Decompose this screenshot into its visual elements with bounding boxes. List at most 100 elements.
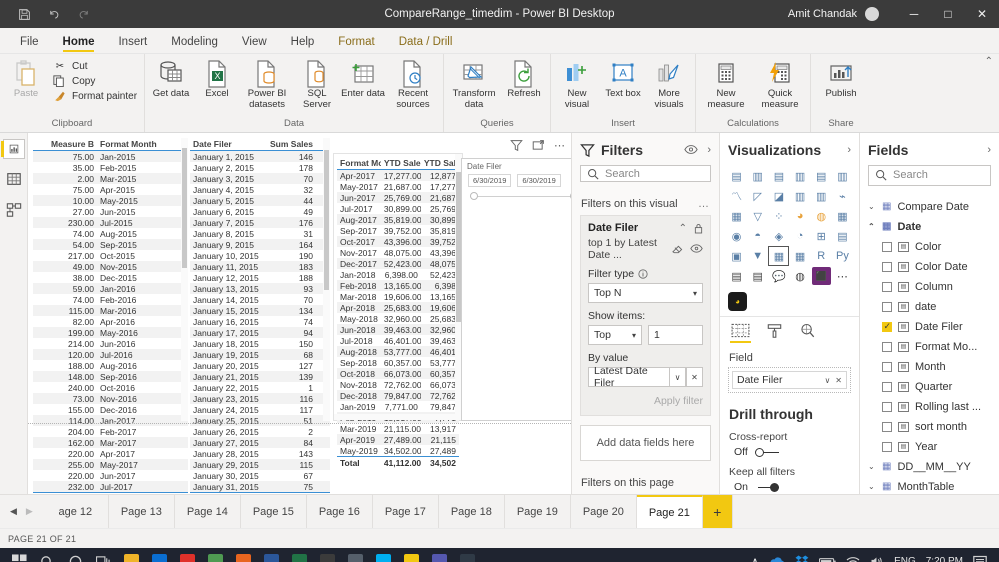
more-visuals-button[interactable]: More visuals: [646, 58, 692, 112]
remove-field-icon[interactable]: ✕: [835, 376, 842, 385]
maximize-button[interactable]: □: [931, 0, 965, 28]
table-row[interactable]: January 24, 2015 117: [190, 404, 330, 415]
publish-button[interactable]: Publish: [814, 58, 868, 101]
table-row[interactable]: 75.00 Apr-2015: [33, 184, 188, 195]
chevron-down-icon[interactable]: ∨: [669, 367, 686, 388]
menu-file[interactable]: File: [8, 33, 51, 53]
account-name[interactable]: Amit Chandak: [788, 8, 857, 20]
col-header-date-filer[interactable]: Date Filer: [190, 138, 264, 149]
table-row[interactable]: January 7, 2015 176: [190, 217, 330, 228]
table-row[interactable]: 49.00 Nov-2015: [33, 261, 188, 272]
scatter-chart-icon[interactable]: ⁘: [769, 207, 788, 225]
menu-help[interactable]: Help: [279, 33, 327, 53]
table-row[interactable]: January 13, 2015 93: [190, 283, 330, 294]
quick-measure-button[interactable]: Quick measure: [753, 58, 807, 112]
table-row[interactable]: May-2018 32,960.00 25,683: [337, 313, 459, 324]
table-row[interactable]: Oct-2018 66,073.00 60,357: [337, 368, 459, 379]
qna-icon[interactable]: 💬: [769, 267, 788, 285]
col-header-format-month[interactable]: Format Month: [97, 138, 169, 149]
close-button[interactable]: ✕: [965, 0, 999, 28]
clustered-column-chart-icon[interactable]: ▥: [790, 167, 809, 185]
matrix-icon[interactable]: ▦: [790, 247, 809, 265]
more-options-icon[interactable]: ⋯: [833, 267, 852, 285]
table-row[interactable]: 115.00 Mar-2016: [33, 305, 188, 316]
table-row[interactable]: Dec-2017 52,423.00 48,075: [337, 258, 459, 269]
toggle-switch-off[interactable]: [754, 447, 779, 457]
slicer-start-input[interactable]: 6/30/2019: [468, 174, 512, 187]
table-row[interactable]: Sep-2017 39,752.00 35,819: [337, 225, 459, 236]
table-row[interactable]: 74.00 Feb-2016: [33, 294, 188, 305]
field-item-date[interactable]: ▤ date: [860, 297, 999, 317]
custom-visual-icon[interactable]: ⬛: [811, 267, 831, 285]
chevron-left-icon[interactable]: ◀: [10, 506, 17, 517]
powerbi-datasets-button[interactable]: Power BI datasets: [240, 58, 294, 112]
fields-tab[interactable]: [730, 323, 751, 343]
get-data-button[interactable]: Get data: [148, 58, 194, 101]
table-row[interactable]: May-2019 34,502.00 27,489: [337, 445, 459, 456]
table-row[interactable]: 120.00 Jul-2016: [33, 349, 188, 360]
funnel-icon[interactable]: ▽: [748, 207, 767, 225]
col-header-format-month[interactable]: Format Month: [337, 157, 381, 168]
by-value-field[interactable]: Latest Date Filer: [588, 365, 669, 389]
map-icon[interactable]: ◉: [727, 227, 746, 245]
waterfall-chart-icon[interactable]: ▦: [727, 207, 746, 225]
taskbar-app-opera[interactable]: [174, 550, 200, 562]
notification-icon[interactable]: [973, 555, 987, 562]
table-row[interactable]: Sep-2018 60,357.00 53,777: [337, 357, 459, 368]
text-box-button[interactable]: A Text box: [600, 58, 646, 101]
table-row[interactable]: 199.00 May-2016: [33, 327, 188, 338]
lock-icon[interactable]: [694, 223, 703, 234]
table-row[interactable]: January 14, 2015 70: [190, 294, 330, 305]
chevron-icon[interactable]: ⌄: [868, 202, 876, 211]
chevron-icon[interactable]: ⌄: [868, 482, 876, 491]
field-checkbox[interactable]: [882, 421, 892, 432]
table-row[interactable]: Aug-2017 35,819.00 30,899: [337, 214, 459, 225]
taskbar-app-store[interactable]: [314, 550, 340, 562]
filter-card-date-filer[interactable]: Date Filer ⌃ top 1 by Latest Date ... Fi…: [580, 215, 711, 417]
field-checkbox[interactable]: [882, 341, 892, 352]
refresh-button[interactable]: Refresh: [501, 58, 547, 101]
table-row[interactable]: January 19, 2015 68: [190, 349, 330, 360]
table-row[interactable]: May-2017 21,687.00 17,277: [337, 181, 459, 192]
table-row[interactable]: 188.00 Aug-2016: [33, 360, 188, 371]
battery-icon[interactable]: [819, 557, 836, 562]
page-tab-age-12[interactable]: age 12: [42, 495, 109, 528]
field-item-year[interactable]: ▤ Year: [860, 437, 999, 457]
table-row[interactable]: January 23, 2015 116: [190, 393, 330, 404]
language-indicator[interactable]: ENG: [894, 556, 916, 562]
table-row[interactable]: Jul-2017 30,899.00 25,769: [337, 203, 459, 214]
field-checkbox[interactable]: [882, 361, 892, 372]
fields-table-monthtable[interactable]: ⌄ ▦ MonthTable: [860, 477, 999, 494]
collapse-ribbon-icon[interactable]: ⌃: [985, 56, 993, 67]
table-row[interactable]: January 15, 2015 134: [190, 305, 330, 316]
table-row[interactable]: Mar-2018 19,606.00 13,165: [337, 291, 459, 302]
fields-table-dd-mm-yy[interactable]: ⌄ ▦ DD__MM__YY: [860, 457, 999, 477]
analytics-tab[interactable]: [799, 323, 816, 343]
visual-ytd-table[interactable]: Format Month YTD Sales YTD Sales month b…: [333, 153, 463, 468]
volume-icon[interactable]: [870, 556, 884, 562]
table-row[interactable]: 2.00 Mar-2015: [33, 173, 188, 184]
table-row[interactable]: January 11, 2015 183: [190, 261, 330, 272]
recent-sources-button[interactable]: Recent sources: [386, 58, 440, 112]
sidebar-item-model-view[interactable]: [3, 199, 25, 221]
taskbar-app-outlook[interactable]: [146, 550, 172, 562]
format-painter-button[interactable]: Format painter: [53, 90, 137, 102]
page-tab-page-17[interactable]: Page 17: [372, 495, 439, 528]
line-stacked-column-icon[interactable]: ▥: [790, 187, 809, 205]
paste-button[interactable]: Paste: [3, 58, 49, 101]
save-icon[interactable]: [16, 6, 32, 22]
table-row[interactable]: Apr-2018 25,683.00 19,606: [337, 302, 459, 313]
shape-map-icon[interactable]: ◈: [769, 227, 788, 245]
field-checkbox[interactable]: [882, 321, 892, 332]
collapse-fields-pane-icon[interactable]: ›: [987, 144, 991, 156]
table-row[interactable]: January 2, 2015 178: [190, 162, 330, 173]
dropbox-icon[interactable]: [795, 555, 809, 562]
table-row[interactable]: 162.00 Mar-2017: [33, 437, 188, 448]
more-options-icon[interactable]: ⋯: [554, 139, 565, 152]
table-row[interactable]: 27.00 Jun-2015: [33, 206, 188, 217]
redo-icon[interactable]: [76, 6, 92, 22]
field-item-quarter[interactable]: ▤ Quarter: [860, 377, 999, 397]
keep-filters-toggle[interactable]: On: [720, 479, 859, 494]
field-checkbox[interactable]: [882, 441, 892, 452]
filters-drop-zone[interactable]: Add data fields here: [580, 425, 711, 461]
